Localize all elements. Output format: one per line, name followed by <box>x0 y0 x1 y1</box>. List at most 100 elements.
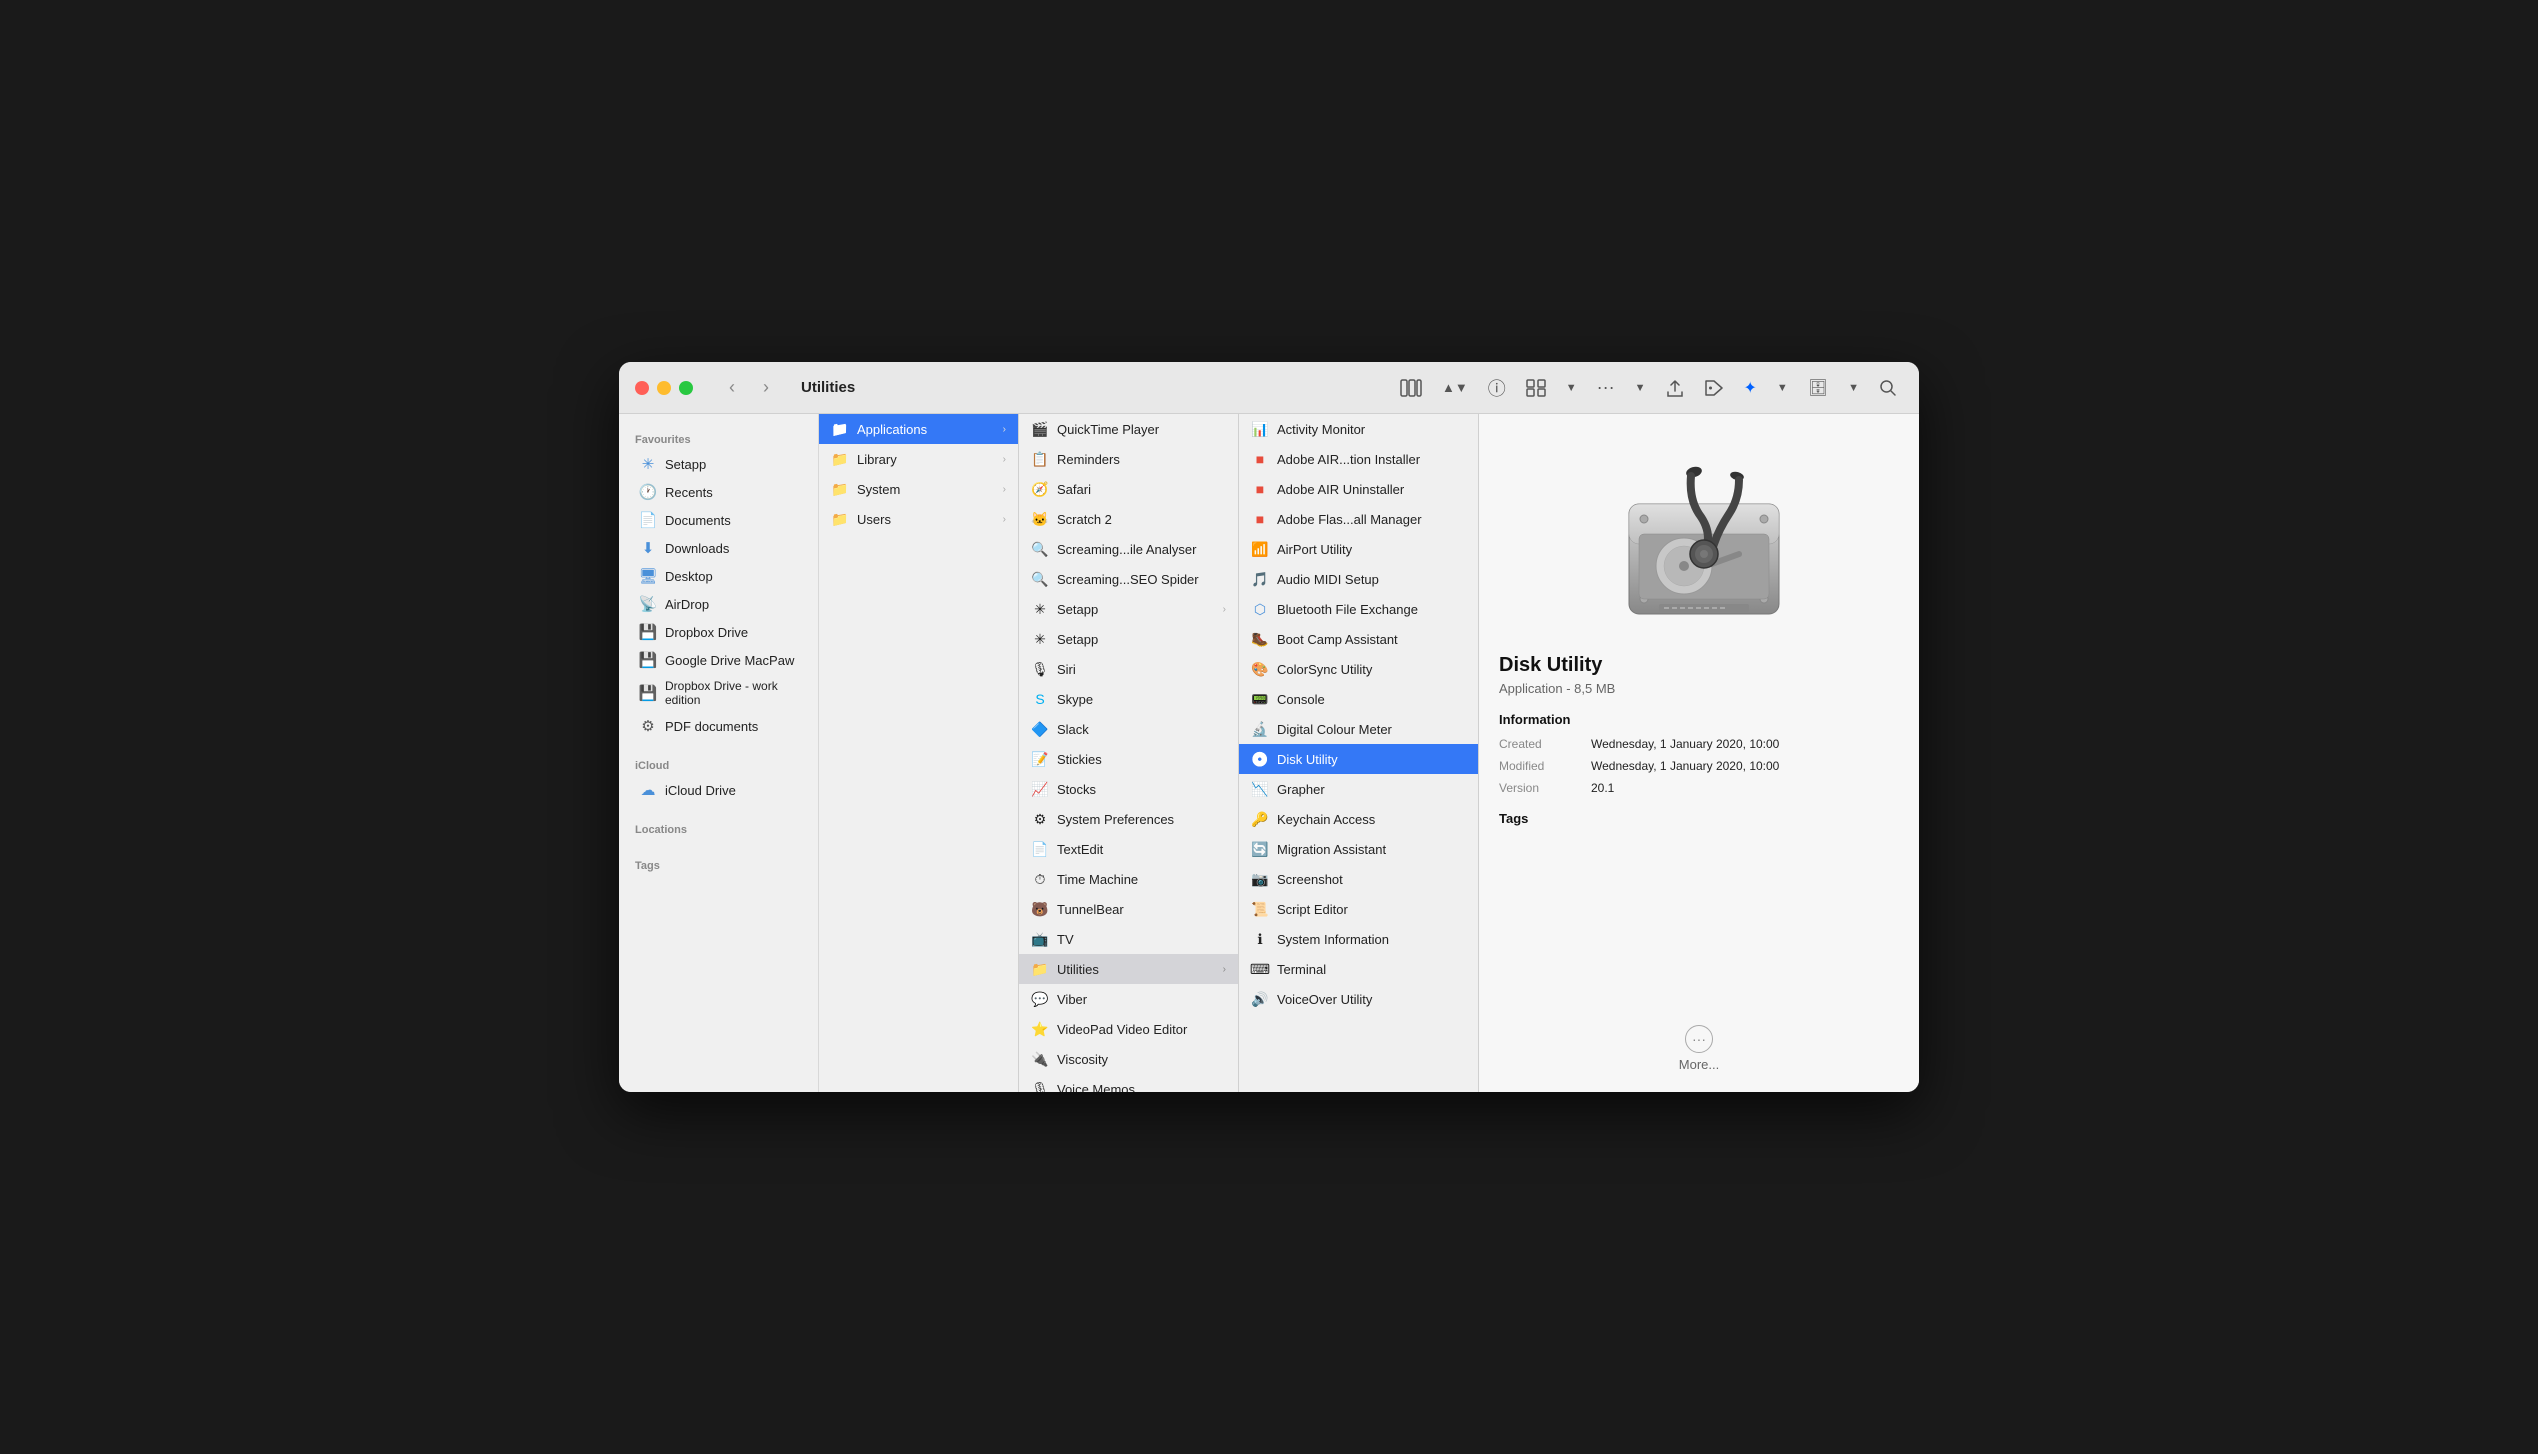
col1-users[interactable]: 📁 Users › <box>819 504 1018 534</box>
col1-applications[interactable]: 📁 Applications › <box>819 414 1018 444</box>
col2-quicktime[interactable]: 🎬 QuickTime Player <box>1019 414 1238 444</box>
col3-adobeair1[interactable]: ■ Adobe AIR...tion Installer <box>1239 444 1478 474</box>
back-button[interactable]: ‹ <box>717 374 747 402</box>
search-button[interactable] <box>1873 375 1903 401</box>
app-icon: 📁 <box>1031 960 1049 978</box>
maximize-button[interactable] <box>679 381 693 395</box>
col3-keychain[interactable]: 🔑 Keychain Access <box>1239 804 1478 834</box>
col2-textedit[interactable]: 📄 TextEdit <box>1019 834 1238 864</box>
sidebar-item-dropboxwork[interactable]: 💾 Dropbox Drive - work edition <box>623 674 814 712</box>
col2-siri[interactable]: 🎙 Siri <box>1019 654 1238 684</box>
sidebar-item-label: AirDrop <box>665 597 709 612</box>
col-item-label: System Preferences <box>1057 812 1174 827</box>
archive-arrow[interactable]: ▼ <box>1842 378 1865 398</box>
app-icon: ✳ <box>1031 600 1049 618</box>
col2-stickies[interactable]: 📝 Stickies <box>1019 744 1238 774</box>
sidebar-item-dropbox[interactable]: 💾 Dropbox Drive <box>623 618 814 646</box>
sidebar-item-recents[interactable]: 🕐 Recents <box>623 478 814 506</box>
col2-safari[interactable]: 🧭 Safari <box>1019 474 1238 504</box>
app-icon: 🥾 <box>1251 630 1269 648</box>
col3-scripteditor[interactable]: 📜 Script Editor <box>1239 894 1478 924</box>
col3-adobeair2[interactable]: ■ Adobe AIR Uninstaller <box>1239 474 1478 504</box>
col2-reminders[interactable]: 📋 Reminders <box>1019 444 1238 474</box>
col2-skype[interactable]: S Skype <box>1019 684 1238 714</box>
info-button[interactable]: ⓘ <box>1482 371 1512 405</box>
view-columns-button[interactable] <box>1394 375 1428 401</box>
tag-button[interactable] <box>1698 375 1730 401</box>
col2-tunnelbear[interactable]: 🐻 TunnelBear <box>1019 894 1238 924</box>
col2-screamingseo[interactable]: 🔍 Screaming...SEO Spider <box>1019 564 1238 594</box>
col2-stocks[interactable]: 📈 Stocks <box>1019 774 1238 804</box>
col3-voiceover[interactable]: 🔊 VoiceOver Utility <box>1239 984 1478 1014</box>
col2-voicememos[interactable]: 🎙 Voice Memos <box>1019 1074 1238 1092</box>
app-icon: 🐻 <box>1031 900 1049 918</box>
recents-icon: 🕐 <box>639 483 657 501</box>
sidebar-item-desktop[interactable]: 🖥 Desktop <box>623 562 814 590</box>
col-item-label: ColorSync Utility <box>1277 662 1372 677</box>
col2-timemachine[interactable]: ⏱ Time Machine <box>1019 864 1238 894</box>
sidebar-item-downloads[interactable]: ⬇ Downloads <box>623 534 814 562</box>
archive-button[interactable]: 🗄 <box>1802 374 1834 402</box>
col3-screenshot[interactable]: 📷 Screenshot <box>1239 864 1478 894</box>
sidebar-item-label: Dropbox Drive <box>665 625 748 640</box>
col3-audiomidi[interactable]: 🎵 Audio MIDI Setup <box>1239 564 1478 594</box>
sidebar-item-icloud[interactable]: ☁ iCloud Drive <box>623 776 814 804</box>
col3-bootcamp[interactable]: 🥾 Boot Camp Assistant <box>1239 624 1478 654</box>
sidebar-item-pdfdocs[interactable]: ⚙ PDF documents <box>623 712 814 740</box>
grid-view-button[interactable] <box>1520 375 1552 401</box>
col2-tv[interactable]: 📺 TV <box>1019 924 1238 954</box>
col3-diskutility[interactable]: 💿 Disk Utility <box>1239 744 1478 774</box>
grid-options-button[interactable]: ▼ <box>1560 378 1583 398</box>
sidebar-item-airdrop[interactable]: 📡 AirDrop <box>623 590 814 618</box>
col2-scratch2[interactable]: 🐱 Scratch 2 <box>1019 504 1238 534</box>
col-item-arrow: › <box>1003 454 1006 465</box>
col3-digitalcolour[interactable]: 🔬 Digital Colour Meter <box>1239 714 1478 744</box>
col-item-label: Setapp <box>1057 602 1098 617</box>
col3-airportutility[interactable]: 📶 AirPort Utility <box>1239 534 1478 564</box>
col-item-label: TV <box>1057 932 1074 947</box>
col2-setapp2[interactable]: ✳ Setapp <box>1019 624 1238 654</box>
app-icon: 📜 <box>1251 900 1269 918</box>
app-icon: 📊 <box>1251 420 1269 438</box>
col3-adobeflas[interactable]: ■ Adobe Flas...all Manager <box>1239 504 1478 534</box>
sidebar-item-setapp[interactable]: ✳ Setapp <box>623 450 814 478</box>
view-options-button[interactable]: ▲▼ <box>1436 376 1474 399</box>
col2-viber[interactable]: 💬 Viber <box>1019 984 1238 1014</box>
preview-more-area[interactable]: ··· More... <box>1499 1005 1899 1072</box>
col2-viscosity[interactable]: 🔌 Viscosity <box>1019 1044 1238 1074</box>
share-button[interactable] <box>1660 374 1690 402</box>
col3-colorsync[interactable]: 🎨 ColorSync Utility <box>1239 654 1478 684</box>
col1-library[interactable]: 📁 Library › <box>819 444 1018 474</box>
dropbox-arrow[interactable]: ▼ <box>1771 378 1794 398</box>
col1-system[interactable]: 📁 System › <box>819 474 1018 504</box>
more-circle-icon[interactable]: ··· <box>1685 1025 1713 1053</box>
close-button[interactable] <box>635 381 649 395</box>
dropbox-button[interactable]: ✦ <box>1738 374 1763 402</box>
app-icon: 🐱 <box>1031 510 1049 528</box>
col2-videopad[interactable]: ⭐ VideoPad Video Editor <box>1019 1014 1238 1044</box>
col-1: 📁 Applications › 📁 Library › 📁 System › … <box>819 414 1019 1092</box>
col2-setapp1[interactable]: ✳ Setapp › <box>1019 594 1238 624</box>
icloud-icon: ☁ <box>639 781 657 799</box>
more-label[interactable]: More... <box>1679 1057 1719 1072</box>
more-options-arrow[interactable]: ▼ <box>1629 378 1652 398</box>
forward-button[interactable]: › <box>751 374 781 402</box>
col2-systemprefs[interactable]: ⚙ System Preferences <box>1019 804 1238 834</box>
nav-buttons: ‹ › <box>717 374 781 402</box>
sidebar-item-googledrive[interactable]: 💾 Google Drive MacPaw <box>623 646 814 674</box>
sidebar-item-label: Google Drive MacPaw <box>665 653 794 668</box>
col2-utilities[interactable]: 📁 Utilities › <box>1019 954 1238 984</box>
col3-console[interactable]: 📟 Console <box>1239 684 1478 714</box>
col2-screaminganalyser[interactable]: 🔍 Screaming...ile Analyser <box>1019 534 1238 564</box>
more-options-button[interactable]: ··· <box>1591 373 1621 402</box>
col3-migration[interactable]: 🔄 Migration Assistant <box>1239 834 1478 864</box>
col-item-label: Migration Assistant <box>1277 842 1386 857</box>
col3-terminal[interactable]: ⌨ Terminal <box>1239 954 1478 984</box>
col3-bluetooth[interactable]: ⬡ Bluetooth File Exchange <box>1239 594 1478 624</box>
col3-grapher[interactable]: 📉 Grapher <box>1239 774 1478 804</box>
col2-slack[interactable]: 🔷 Slack <box>1019 714 1238 744</box>
col3-systeminformation[interactable]: ℹ System Information <box>1239 924 1478 954</box>
sidebar-item-documents[interactable]: 📄 Documents <box>623 506 814 534</box>
col3-activitymonitor[interactable]: 📊 Activity Monitor <box>1239 414 1478 444</box>
minimize-button[interactable] <box>657 381 671 395</box>
